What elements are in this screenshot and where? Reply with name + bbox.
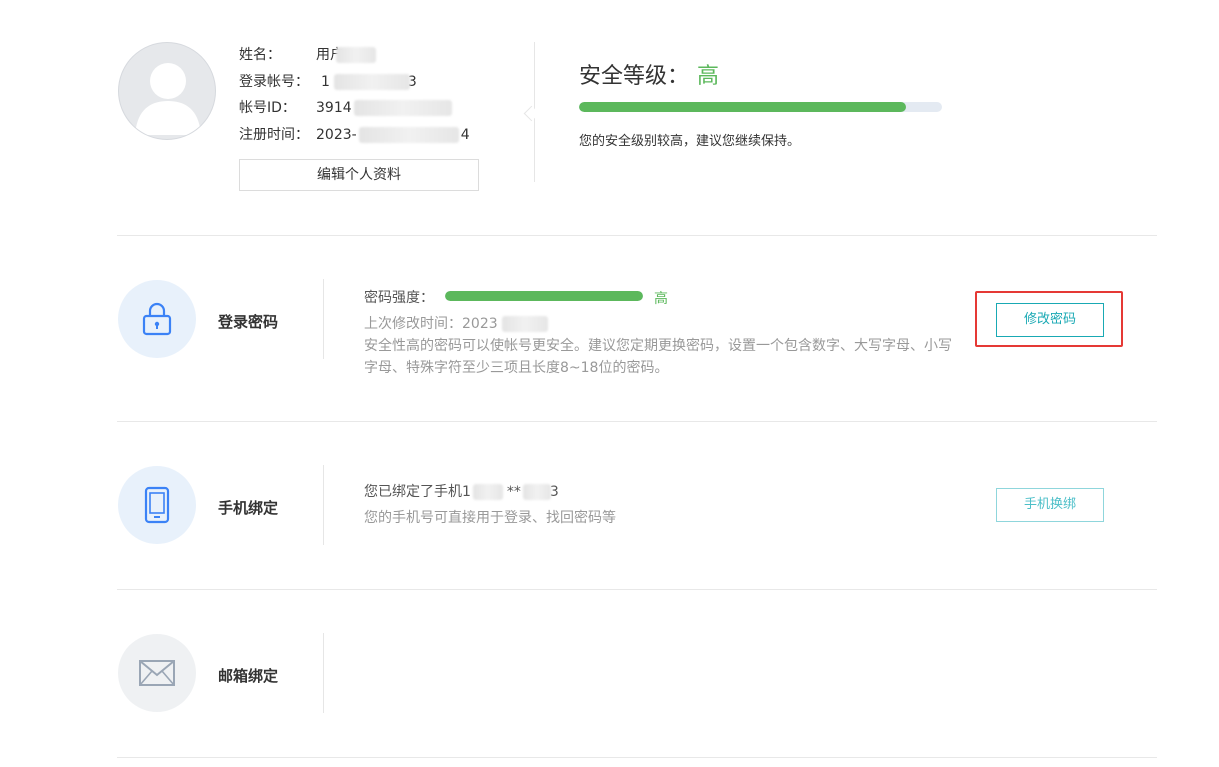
phone-section-title: 手机绑定 — [218, 499, 279, 517]
section-divider — [117, 757, 1157, 758]
password-icon-circle — [118, 280, 196, 358]
redacted-blur — [501, 316, 548, 332]
security-level-label: 安全等级： — [579, 64, 690, 89]
password-strength-level: 高 — [654, 291, 668, 307]
profile-account-row: 登录帐号： 1 3 — [239, 72, 417, 92]
profile-id-label: 帐号ID： — [239, 100, 296, 116]
security-progress-fill — [579, 102, 906, 112]
email-section-title: 邮箱绑定 — [218, 667, 279, 685]
redacted-blur — [358, 127, 459, 143]
password-strength-label: 密码强度： — [364, 290, 434, 306]
phone-bound-mid: ** — [506, 484, 521, 500]
profile-account-label: 登录帐号： — [239, 74, 309, 90]
section-vertical-divider — [323, 465, 324, 545]
avatar — [118, 42, 216, 140]
change-password-button[interactable]: 修改密码 — [996, 303, 1104, 337]
redacted-blur — [336, 47, 376, 63]
email-icon-circle — [118, 634, 196, 712]
password-strength-bar — [445, 291, 643, 301]
security-progress-bar — [579, 102, 942, 112]
password-last-modified-value: 2023 — [462, 316, 498, 332]
profile-register-value-start: 2023- — [316, 127, 357, 143]
section-divider — [117, 235, 1157, 236]
profile-name-row: 姓名： 用户 — [239, 45, 376, 65]
redacted-blur — [522, 484, 551, 500]
phone-icon — [144, 486, 170, 524]
change-phone-button[interactable]: 手机换绑 — [996, 488, 1104, 522]
phone-icon-circle — [118, 466, 196, 544]
security-description: 您的安全级别较高，建议您继续保持。 — [579, 134, 801, 149]
profile-register-label: 注册时间： — [239, 127, 309, 143]
phone-bound-prefix: 您已绑定了手机1 — [364, 484, 471, 500]
profile-register-value-end: 4 — [460, 127, 470, 143]
profile-name-label: 姓名： — [239, 47, 281, 63]
edit-profile-button[interactable]: 编辑个人资料 — [239, 159, 479, 191]
security-level-value: 高 — [697, 64, 720, 89]
password-strength-fill — [445, 291, 643, 301]
divider-notch — [523, 105, 540, 122]
profile-id-value: 3914 — [316, 100, 352, 116]
phone-bound-end: 3 — [549, 484, 559, 500]
password-last-modified-label: 上次修改时间： — [364, 316, 462, 332]
profile-id-row: 帐号ID： 3914 — [239, 98, 452, 118]
password-description: 安全性高的密码可以使帐号更安全。建议您定期更换密码，设置一个包含数字、大写字母、… — [364, 338, 952, 376]
redacted-blur — [333, 74, 410, 90]
security-level-title: 安全等级： 高 — [579, 58, 719, 90]
password-last-modified: 上次修改时间：2023 — [364, 313, 548, 333]
redacted-blur — [353, 100, 452, 116]
password-section-title: 登录密码 — [218, 313, 279, 331]
section-divider — [117, 589, 1157, 590]
section-vertical-divider — [323, 279, 324, 359]
phone-description: 您的手机号可直接用于登录、找回密码等 — [364, 510, 616, 526]
section-vertical-divider — [323, 633, 324, 713]
redacted-blur — [472, 484, 503, 500]
profile-account-value-start: 1 — [321, 74, 330, 90]
mail-icon — [139, 660, 175, 686]
profile-register-row: 注册时间： 2023- 4 — [239, 125, 470, 145]
avatar-silhouette-icon — [135, 63, 201, 135]
phone-bound-text: 您已绑定了手机1 ** 3 — [364, 481, 559, 501]
lock-icon — [142, 302, 172, 336]
section-divider — [117, 421, 1157, 422]
